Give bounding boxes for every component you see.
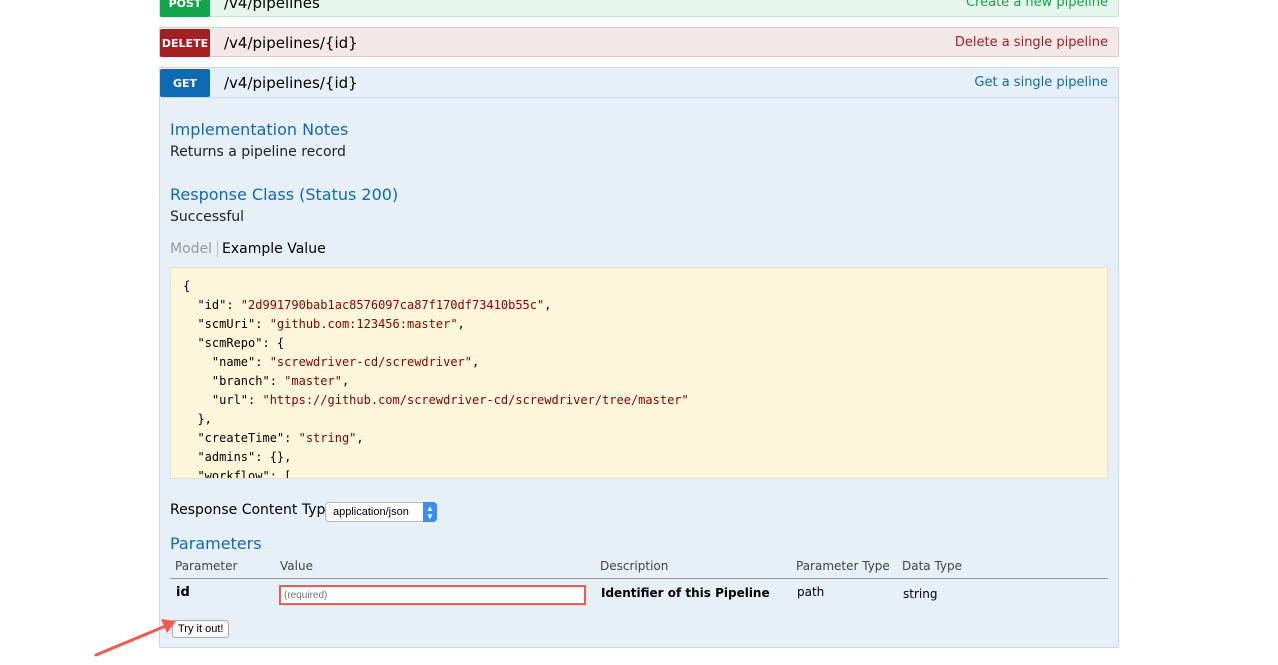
code-line: "branch": "master", — [183, 374, 350, 388]
select-value: application/json — [333, 506, 409, 518]
method-badge-post[interactable]: POST — [160, 0, 210, 17]
response-content-type-label: Response Content Type — [170, 502, 334, 518]
column-header-data-type: Data Type — [902, 559, 963, 573]
column-header-value: Value — [280, 559, 313, 573]
method-badge-delete[interactable]: DELETE — [160, 29, 210, 57]
operation-path[interactable]: /v4/pipelines/{id} — [224, 29, 358, 57]
operation-path[interactable]: /v4/pipelines — [224, 0, 320, 17]
operation-summary-link[interactable]: Get a single pipeline — [974, 69, 1108, 97]
operation-delete[interactable]: DELETE /v4/pipelines/{id} Delete a singl… — [159, 27, 1119, 57]
code-line: "scmUri": "github.com:123456:master", — [183, 317, 465, 331]
param-name: id — [176, 585, 190, 600]
model-tabs: Model Example Value — [170, 241, 326, 257]
param-type: path — [797, 585, 825, 599]
operation-get: GET /v4/pipelines/{id} Get a single pipe… — [159, 67, 1119, 648]
code-line: "scmRepo": { — [183, 336, 285, 350]
column-header-description: Description — [600, 559, 669, 573]
operation-post[interactable]: POST /v4/pipelines Create a new pipeline — [159, 0, 1119, 17]
param-description: Identifier of this Pipeline — [601, 586, 770, 600]
code-line: "id": "2d991790bab1ac8576097ca87f170df73… — [183, 298, 552, 312]
response-class-heading: Response Class (Status 200) — [170, 185, 399, 204]
code-line: "workflow": [ — [183, 469, 292, 479]
select-chevron-icon: ▲ ▼ — [423, 502, 437, 522]
parameters-heading: Parameters — [170, 534, 262, 553]
operation-summary-link[interactable]: Delete a single pipeline — [955, 29, 1108, 57]
tab-example-value[interactable]: Example Value — [218, 241, 326, 257]
code-line: { — [183, 279, 191, 293]
implementation-notes-heading: Implementation Notes — [170, 120, 349, 139]
try-it-out-button[interactable]: Try it out! — [172, 620, 230, 638]
column-header-parameter-type: Parameter Type — [796, 559, 890, 573]
response-content-type-select[interactable]: application/json ▲ ▼ — [325, 502, 437, 522]
param-id-input[interactable] — [279, 585, 586, 605]
table-header-divider — [170, 578, 1108, 579]
operation-summary-link[interactable]: Create a new pipeline — [966, 0, 1108, 17]
code-line: }, — [183, 412, 212, 426]
implementation-notes-text: Returns a pipeline record — [170, 144, 346, 160]
operation-get-header[interactable]: GET /v4/pipelines/{id} Get a single pipe… — [160, 68, 1118, 98]
annotation-arrow-icon — [94, 619, 176, 657]
operation-path[interactable]: /v4/pipelines/{id} — [224, 69, 358, 97]
example-value-code[interactable]: { "id": "2d991790bab1ac8576097ca87f170df… — [170, 267, 1108, 479]
code-line: "createTime": "string", — [183, 431, 364, 445]
code-line: "admins": {}, — [183, 450, 292, 464]
code-line: "name": "screwdriver-cd/screwdriver", — [183, 355, 480, 369]
response-class-text: Successful — [170, 209, 245, 225]
column-header-parameter: Parameter — [175, 559, 238, 573]
param-data-type: string — [903, 587, 938, 601]
method-badge-get[interactable]: GET — [160, 69, 210, 97]
code-line: "url": "https://github.com/screwdriver-c… — [183, 393, 689, 407]
operation-post-header[interactable]: POST /v4/pipelines Create a new pipeline — [160, 0, 1118, 17]
tab-model[interactable]: Model — [170, 241, 219, 257]
operation-delete-header[interactable]: DELETE /v4/pipelines/{id} Delete a singl… — [160, 28, 1118, 57]
